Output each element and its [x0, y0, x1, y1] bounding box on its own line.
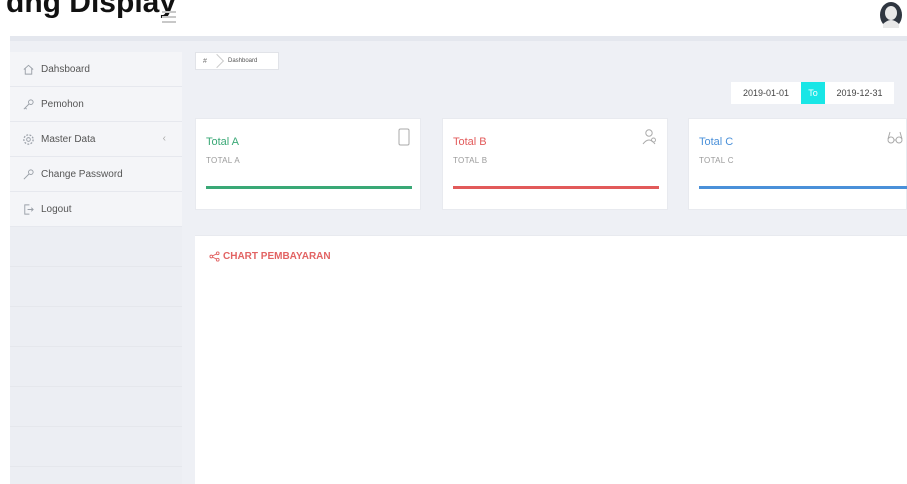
sidebar-item-change-password[interactable]: Change Password [10, 157, 182, 192]
breadcrumb-current: Dashboard [228, 58, 258, 64]
share-icon [209, 251, 220, 262]
sidebar-item-label: Master Data [41, 133, 96, 145]
users-icon [642, 129, 656, 145]
card-accent-bar [699, 186, 907, 189]
card-title: Total B [453, 136, 487, 148]
card-title: Total A [206, 136, 240, 148]
sidebar: Dahsboard Pemohon Master Data ‹ Change P… [10, 52, 182, 484]
chart-panel: CHART PEMBAYARAN [195, 235, 907, 484]
card-total-a: Total A TOTAL A [195, 118, 421, 210]
chevron-left-icon: ‹ [162, 133, 166, 144]
hamburger-menu-icon[interactable] [162, 11, 176, 23]
sidebar-item-label: Change Password [41, 168, 123, 180]
key-icon [23, 168, 34, 179]
card-total-b: Total B TOTAL B [442, 118, 668, 210]
date-to-input[interactable]: 2019-12-31 [825, 88, 894, 98]
main-content: # Dashboard 2019-01-01 To 2019-12-31 Tot… [195, 52, 907, 484]
card-subtitle: TOTAL C [699, 156, 734, 165]
chart-title: CHART PEMBAYARAN [209, 251, 331, 262]
card-title: Total C [699, 136, 734, 148]
breadcrumb: # Dashboard [195, 52, 279, 70]
gear-icon [23, 133, 34, 145]
brand-title: dng Display [6, 0, 177, 19]
breadcrumb-separator-icon [214, 52, 222, 70]
mobile-icon [398, 128, 410, 146]
home-icon [23, 64, 34, 75]
glasses-icon [887, 131, 903, 144]
date-range-to-label: To [801, 82, 825, 104]
sidebar-item-pemohon[interactable]: Pemohon [10, 87, 182, 122]
date-from-input[interactable]: 2019-01-01 [731, 88, 801, 98]
sidebar-item-label: Pemohon [41, 98, 84, 110]
sidebar-item-master-data[interactable]: Master Data ‹ [10, 122, 182, 157]
sidebar-menu: Dahsboard Pemohon Master Data ‹ Change P… [10, 52, 182, 227]
card-accent-bar [206, 186, 412, 189]
card-subtitle: TOTAL B [453, 156, 488, 165]
top-bar: dng Display [0, 0, 907, 36]
sidebar-empty-rows [10, 227, 182, 467]
key-icon [23, 98, 34, 109]
logout-icon [24, 203, 34, 215]
sidebar-item-logout[interactable]: Logout [10, 192, 182, 227]
sidebar-item-label: Logout [41, 203, 72, 215]
user-avatar-icon[interactable] [878, 2, 904, 30]
card-subtitle: TOTAL A [206, 156, 240, 165]
card-total-c: Total C TOTAL C [688, 118, 907, 210]
sidebar-item-label: Dahsboard [41, 63, 90, 75]
chart-title-label: CHART PEMBAYARAN [223, 251, 331, 262]
sidebar-item-dashboard[interactable]: Dahsboard [10, 52, 182, 87]
date-range-picker: 2019-01-01 To 2019-12-31 [731, 82, 894, 104]
card-accent-bar [453, 186, 659, 189]
